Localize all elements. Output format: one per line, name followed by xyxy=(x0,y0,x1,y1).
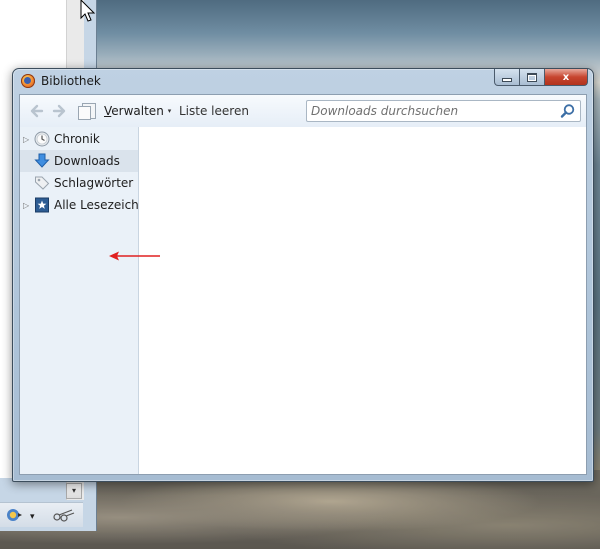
library-icon xyxy=(78,103,96,120)
forward-button[interactable] xyxy=(52,101,68,121)
minimize-icon xyxy=(502,78,512,82)
scissors-icon[interactable] xyxy=(52,507,76,528)
close-button[interactable]: x xyxy=(545,69,588,86)
expand-twisty-icon[interactable]: ▷ xyxy=(23,135,29,144)
sidebar-item-schlagwoerter[interactable]: Schlagwörter xyxy=(20,172,138,194)
sidebar-item-label: Schlagwörter xyxy=(54,176,134,190)
back-button[interactable] xyxy=(28,101,44,121)
search-icon[interactable] xyxy=(560,103,576,119)
arrow-right-icon xyxy=(52,104,66,118)
window-client-area: Verwalten ▾ Liste leeren ▷ Chro xyxy=(19,94,587,475)
caption-buttons: x xyxy=(494,69,588,87)
organize-label: Verwalten xyxy=(104,104,164,118)
sidebar-item-label: Downloads xyxy=(54,154,120,168)
dropdown-arrow-icon[interactable]: ▾ xyxy=(30,509,35,525)
library-window: Bibliothek x Verwalten ▾ Liste leeren Do… xyxy=(12,68,594,482)
tag-icon xyxy=(35,176,50,190)
chevron-down-icon: ▾ xyxy=(167,107,172,115)
minimize-button[interactable] xyxy=(494,69,520,86)
library-sidebar: ▷ Chronik Downloads Schlagwörter ▷ Alle … xyxy=(20,127,150,474)
window-title: Bibliothek xyxy=(41,74,101,88)
sidebar-item-label: Chronik xyxy=(54,132,100,146)
sidebar-item-downloads[interactable]: Downloads xyxy=(20,150,138,172)
title-bar[interactable]: Bibliothek x xyxy=(13,69,593,93)
arrow-left-icon xyxy=(30,104,44,118)
sidebar-item-chronik[interactable]: ▷ Chronik xyxy=(20,128,138,150)
bookmark-star-icon xyxy=(35,197,49,213)
downloads-list-pane[interactable] xyxy=(139,127,586,474)
maximize-icon xyxy=(527,72,537,82)
search-box[interactable] xyxy=(306,100,581,122)
clock-icon xyxy=(34,131,50,147)
expand-twisty-icon[interactable]: ▷ xyxy=(23,201,29,210)
scroll-down-button[interactable]: ▾ xyxy=(66,483,82,499)
sidebar-item-label: Alle Lesezeich... xyxy=(54,198,151,212)
maximize-button[interactable] xyxy=(520,69,545,86)
addon-bar-icon[interactable] xyxy=(6,507,24,528)
firefox-icon xyxy=(21,74,35,88)
download-arrow-icon xyxy=(34,153,50,168)
clear-list-button[interactable]: Liste leeren xyxy=(179,101,249,121)
organize-menu-button[interactable]: Verwalten ▾ xyxy=(78,101,172,121)
sidebar-item-alle-lesezeichen[interactable]: ▷ Alle Lesezeich... xyxy=(20,194,150,216)
mouse-cursor-icon xyxy=(80,0,96,22)
close-icon: x xyxy=(562,71,570,83)
search-input[interactable] xyxy=(311,103,551,119)
annotation-arrow-icon xyxy=(109,251,160,261)
background-window-statusbar: ▾ xyxy=(0,502,83,527)
toolbar: Verwalten ▾ Liste leeren xyxy=(20,95,586,128)
